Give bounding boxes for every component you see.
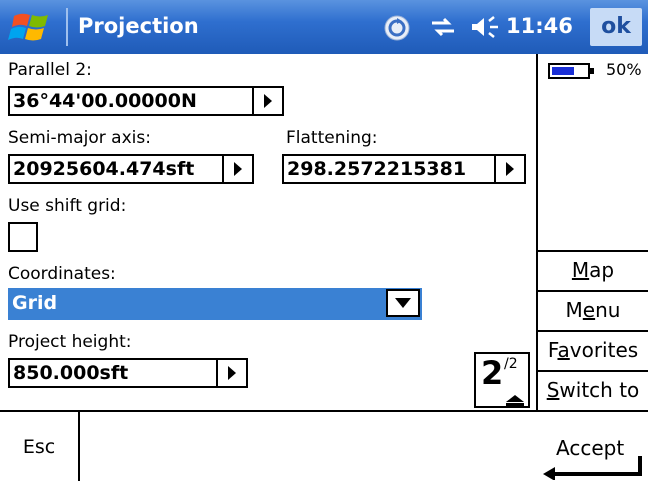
arrow-right-icon (234, 162, 242, 176)
favorites-button[interactable]: Favorites (538, 330, 648, 368)
page-current: 2 (481, 354, 504, 392)
project-height-field[interactable]: 850.000sft (8, 358, 248, 388)
coordinates-label: Coordinates: (8, 264, 116, 284)
flattening-arrow-button[interactable] (494, 156, 524, 182)
semi-major-axis-field[interactable]: 20925604.474sft (8, 154, 254, 184)
chevron-down-icon (395, 298, 411, 308)
parallel2-field[interactable]: 36°44'00.00000N (8, 86, 284, 116)
volume-icon[interactable] (470, 15, 500, 39)
switch-label-b: witch to (559, 378, 640, 402)
enter-icon (543, 456, 642, 480)
favorites-label-b: vorites (569, 338, 639, 362)
title-separator (66, 8, 68, 46)
switch-to-button[interactable]: Switch to (538, 370, 648, 408)
semi-major-axis-arrow-button[interactable] (222, 156, 252, 182)
bottom-bar: Esc Accept (0, 410, 648, 481)
menu-label-b: nu (595, 298, 621, 322)
project-height-value: 850.000sft (13, 362, 129, 384)
semi-major-axis-value: 20925604.474sft (13, 158, 195, 180)
battery-level: 50% (606, 60, 642, 79)
flattening-label: Flattening: (286, 128, 378, 148)
page-up-icon (506, 395, 524, 406)
sync-icon[interactable] (384, 15, 410, 41)
favorites-label-accel: a (557, 338, 570, 362)
map-button[interactable]: Map (538, 250, 648, 288)
menu-label-a: M (565, 298, 583, 322)
battery-icon (548, 63, 594, 79)
parallel2-arrow-button[interactable] (252, 88, 282, 114)
title-bar: Projection 11:46 ok (0, 0, 648, 54)
project-height-arrow-button[interactable] (216, 360, 246, 386)
arrow-right-icon (228, 366, 236, 380)
menu-label-accel: e (582, 298, 596, 322)
windows-start-icon[interactable] (8, 10, 58, 46)
accept-button[interactable]: Accept (536, 412, 648, 481)
page-indicator[interactable]: 2 /2 (474, 352, 530, 408)
map-label-b: ap (589, 258, 615, 282)
connectivity-icon[interactable] (430, 15, 456, 39)
menu-button[interactable]: Menu (538, 290, 648, 328)
arrow-right-icon (264, 94, 272, 108)
parallel2-label: Parallel 2: (8, 60, 92, 80)
clock[interactable]: 11:46 (506, 14, 573, 38)
esc-button[interactable]: Esc (0, 412, 80, 481)
page-total: /2 (504, 356, 518, 372)
flattening-field[interactable]: 298.2572215381 (282, 154, 526, 184)
switch-label-accel: S (546, 378, 560, 402)
flattening-value: 298.2572215381 (287, 158, 467, 180)
map-label-accel: M (571, 258, 590, 282)
shift-grid-label: Use shift grid: (8, 196, 127, 216)
shift-grid-checkbox[interactable] (8, 222, 38, 252)
ok-button[interactable]: ok (590, 8, 642, 46)
coordinates-dropdown-button[interactable] (386, 289, 420, 317)
semi-major-axis-label: Semi-major axis: (8, 128, 151, 148)
window-title: Projection (78, 14, 199, 38)
coordinates-select[interactable]: Grid (8, 288, 422, 320)
arrow-right-icon (506, 162, 514, 176)
coordinates-selected-value: Grid (12, 292, 58, 314)
project-height-label: Project height: (8, 332, 132, 352)
parallel2-value: 36°44'00.00000N (13, 90, 197, 112)
